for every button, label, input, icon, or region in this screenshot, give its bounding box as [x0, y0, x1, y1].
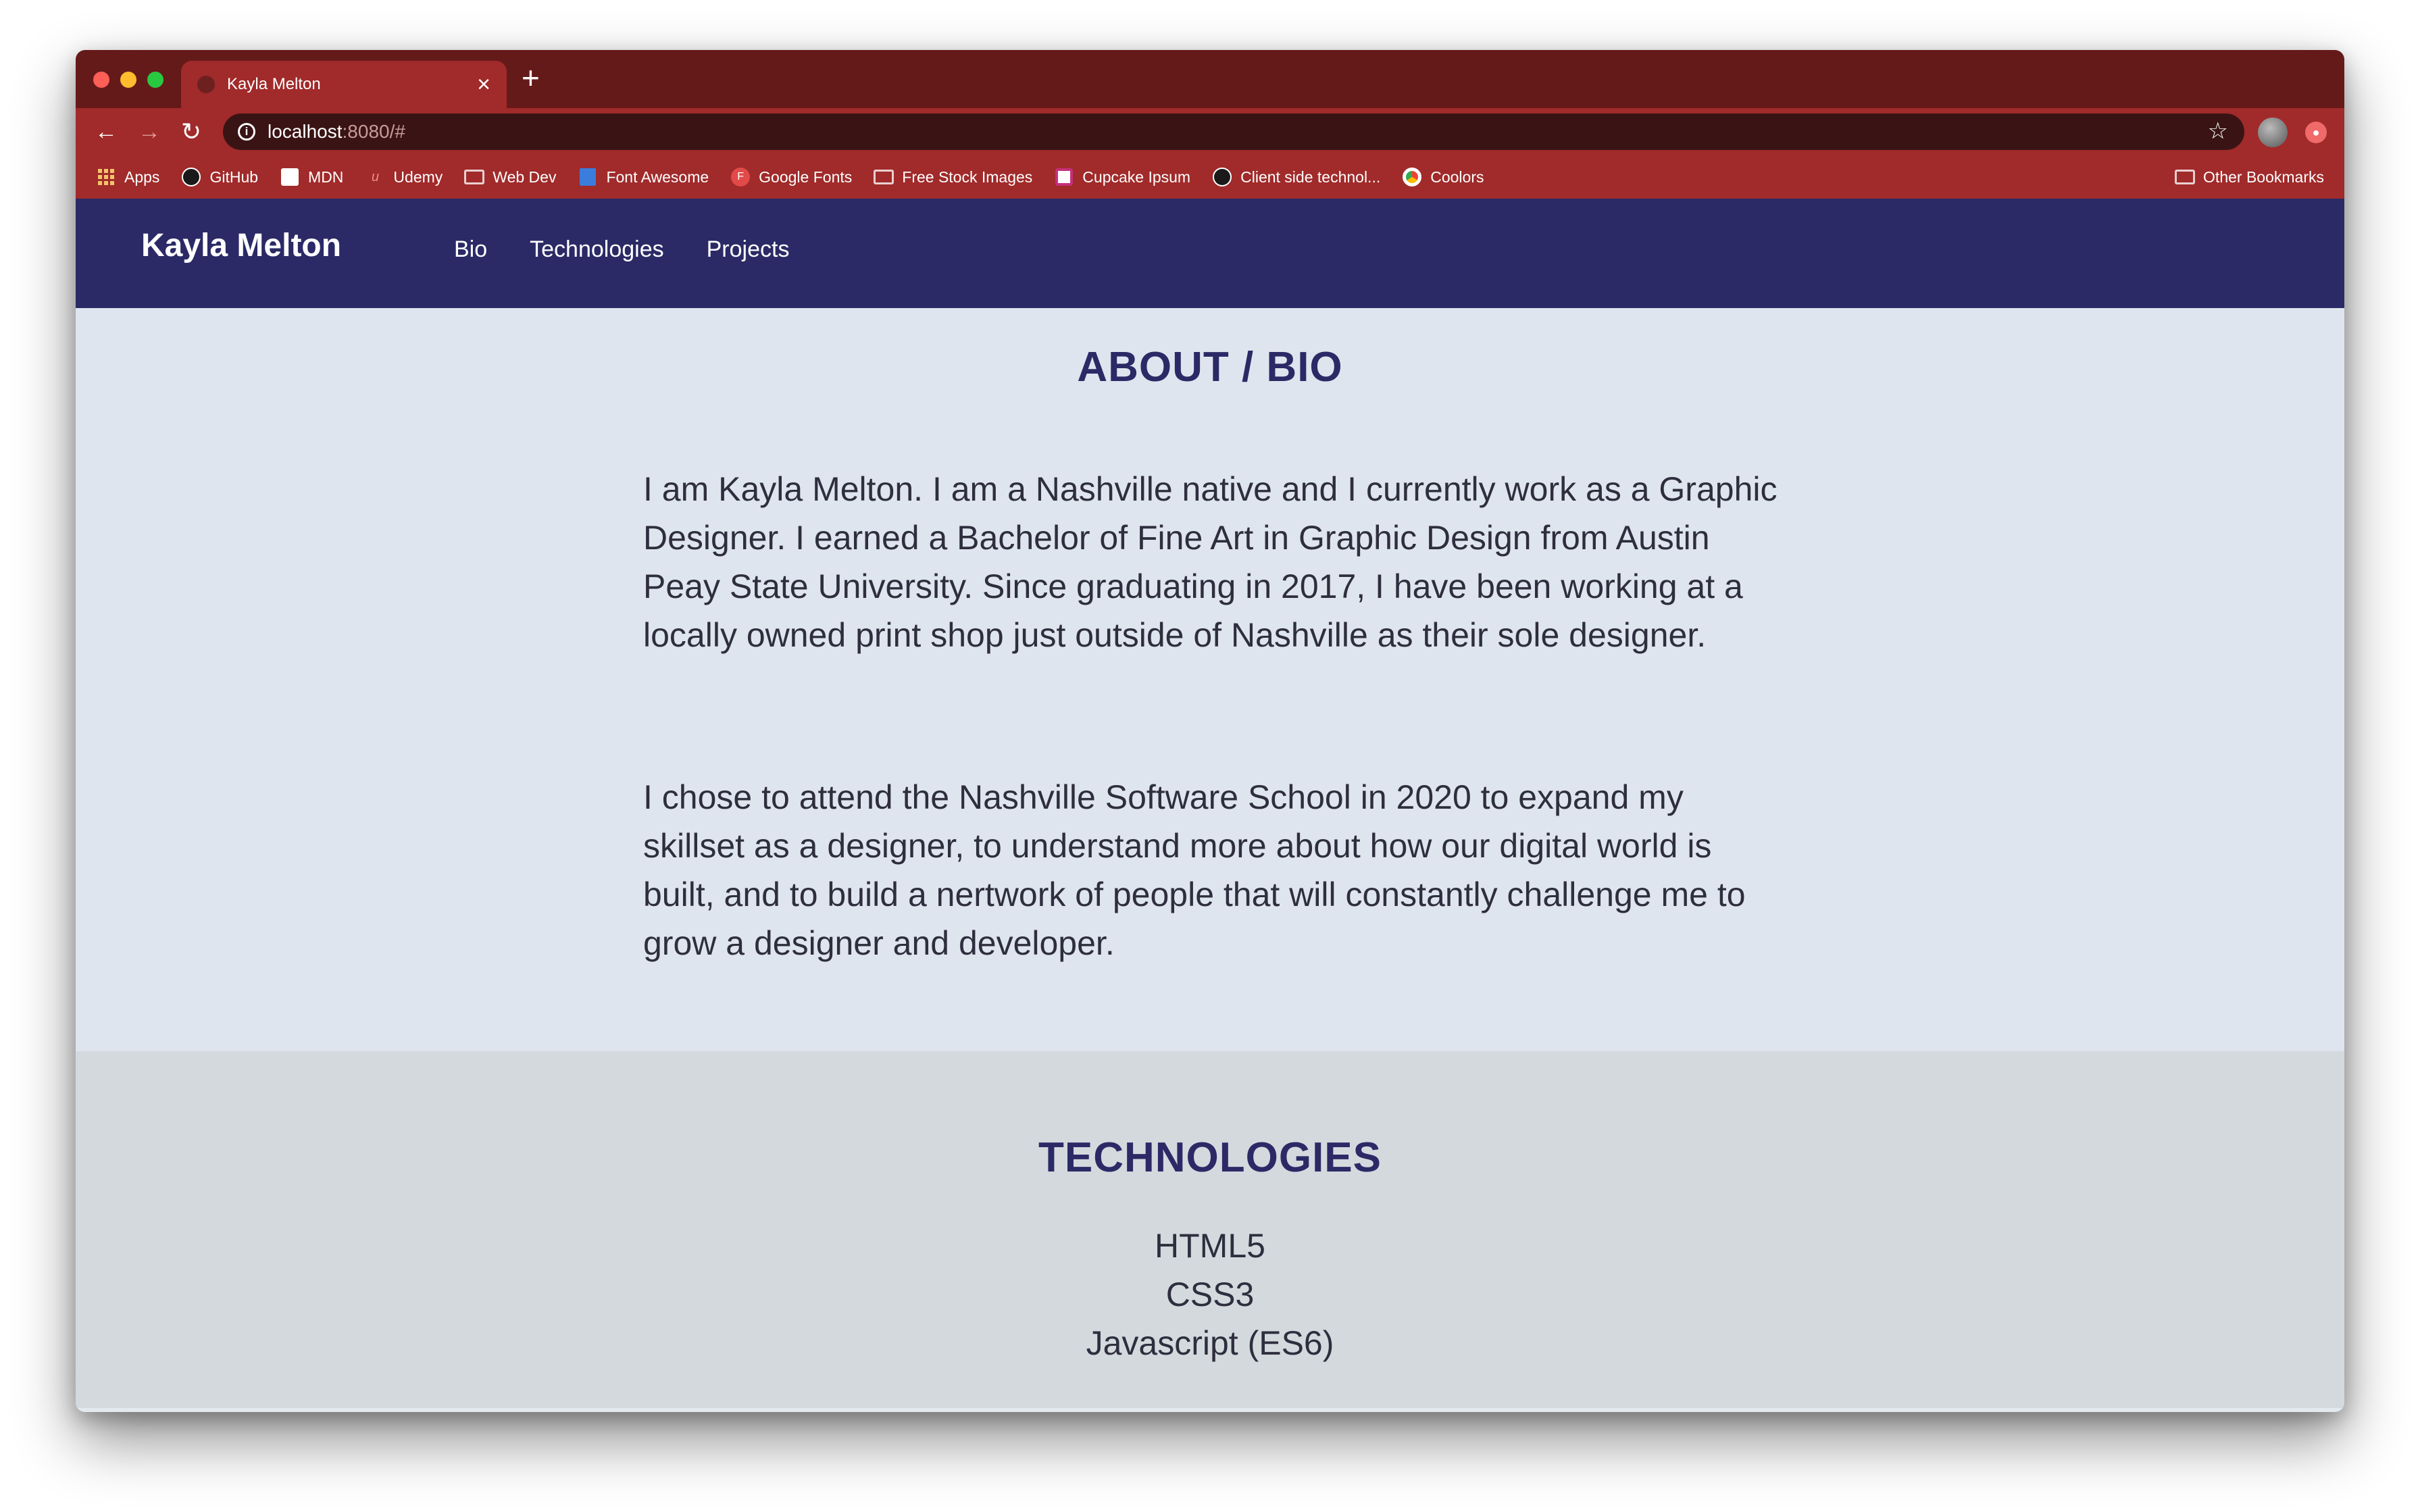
- browser-toolbar: ← → ↻ i localhost:8080/# ☆ ●: [76, 108, 2344, 155]
- nav-link-bio[interactable]: Bio: [454, 236, 487, 263]
- cupcake-icon: [1054, 168, 1074, 186]
- extension-icon[interactable]: ●: [2305, 122, 2327, 143]
- google-fonts-icon: F: [730, 168, 751, 186]
- technology-item: HTML5: [1155, 1227, 1265, 1265]
- address-bar[interactable]: i localhost:8080/# ☆: [223, 114, 2244, 150]
- bookmark-label: Web Dev: [493, 168, 557, 186]
- bookmark-apps[interactable]: Apps: [96, 168, 159, 186]
- bio-section: ABOUT / BIO I am Kayla Melton. I am a Na…: [76, 308, 2344, 1051]
- folder-icon: [2175, 168, 2196, 186]
- url-host: localhost: [268, 121, 343, 142]
- bookmark-label: Font Awesome: [606, 168, 709, 186]
- maximize-window-button[interactable]: [147, 72, 163, 88]
- bookmark-label: Free Stock Images: [902, 168, 1033, 186]
- other-bookmarks-label: Other Bookmarks: [2203, 168, 2324, 186]
- bookmark-web-dev[interactable]: Web Dev: [464, 168, 556, 186]
- profile-avatar[interactable]: [2258, 118, 2288, 147]
- bio-heading: ABOUT / BIO: [1077, 344, 1343, 390]
- folder-icon: [874, 168, 894, 186]
- projects-section: [76, 1408, 2344, 1412]
- tab-strip: Kayla Melton × +: [76, 50, 2344, 108]
- bio-paragraph: I am Kayla Melton. I am a Nashville nati…: [643, 470, 1778, 654]
- technologies-list: HTML5 CSS3 Javascript (ES6): [76, 1221, 2344, 1367]
- tab-favicon-icon: [197, 76, 215, 93]
- site-navbar: Kayla Melton Bio Technologies Projects: [76, 199, 2344, 308]
- bookmark-google-fonts[interactable]: F Google Fonts: [730, 168, 852, 186]
- technology-item: CSS3: [1165, 1276, 1255, 1313]
- browser-tab[interactable]: Kayla Melton ×: [181, 61, 507, 108]
- bookmark-udemy[interactable]: u Udemy: [365, 168, 443, 186]
- github-icon: [181, 168, 201, 186]
- bookmark-label: MDN: [308, 168, 344, 186]
- udemy-icon: u: [371, 169, 379, 184]
- info-icon[interactable]: i: [238, 123, 255, 141]
- reload-icon[interactable]: ↻: [181, 116, 201, 147]
- minimize-window-button[interactable]: [120, 72, 136, 88]
- bookmark-coolors[interactable]: Coolors: [1402, 168, 1484, 186]
- chrome-icon: [1402, 168, 1422, 186]
- browser-window: Kayla Melton × + ← → ↻ i localhost:8080/…: [76, 50, 2344, 1412]
- bookmark-label: Cupcake Ipsum: [1082, 168, 1191, 186]
- bio-paragraph: I chose to attend the Nashville Software…: [643, 778, 1746, 962]
- bookmark-free-stock-images[interactable]: Free Stock Images: [874, 168, 1032, 186]
- folder-icon: [464, 168, 485, 186]
- github-icon: [1212, 168, 1232, 186]
- bookmark-label: Apps: [124, 168, 160, 186]
- bookmark-star-icon[interactable]: ☆: [2208, 118, 2228, 145]
- bookmarks-bar: Apps GitHub MDN u Udemy Web Dev Font Awe…: [76, 155, 2344, 199]
- bookmark-label: Client side technol...: [1240, 168, 1381, 186]
- new-tab-button[interactable]: +: [522, 59, 540, 96]
- site-brand[interactable]: Kayla Melton: [141, 227, 341, 264]
- back-arrow-icon[interactable]: ←: [95, 116, 118, 147]
- bookmark-client-side[interactable]: Client side technol...: [1212, 168, 1380, 186]
- bookmark-label: GitHub: [209, 168, 259, 186]
- nav-link-projects[interactable]: Projects: [707, 236, 790, 263]
- bookmark-label: Udemy: [393, 168, 443, 186]
- technologies-section: TECHNOLOGIES HTML5 CSS3 Javascript (ES6): [76, 1051, 2344, 1408]
- technology-item: Javascript (ES6): [1086, 1324, 1334, 1362]
- tab-close-icon[interactable]: ×: [477, 73, 490, 96]
- apps-grid-icon: [96, 168, 116, 186]
- forward-arrow-icon[interactable]: →: [138, 116, 161, 147]
- bookmark-github[interactable]: GitHub: [181, 168, 258, 186]
- bookmark-mdn[interactable]: MDN: [280, 168, 343, 186]
- bookmark-label: Coolors: [1430, 168, 1484, 186]
- technologies-heading: TECHNOLOGIES: [1038, 1134, 1382, 1181]
- close-window-button[interactable]: [93, 72, 109, 88]
- bookmark-cupcake-ipsum[interactable]: Cupcake Ipsum: [1054, 168, 1190, 186]
- nav-link-technologies[interactable]: Technologies: [530, 236, 663, 263]
- mdn-icon: [280, 168, 300, 186]
- tab-title: Kayla Melton: [227, 75, 321, 93]
- flag-icon: [578, 168, 598, 186]
- bookmark-font-awesome[interactable]: Font Awesome: [578, 168, 709, 186]
- site-nav-links: Bio Technologies Projects: [454, 236, 832, 263]
- url-path: :8080/#: [342, 121, 405, 142]
- bookmark-label: Google Fonts: [759, 168, 853, 186]
- other-bookmarks[interactable]: Other Bookmarks: [2175, 155, 2324, 199]
